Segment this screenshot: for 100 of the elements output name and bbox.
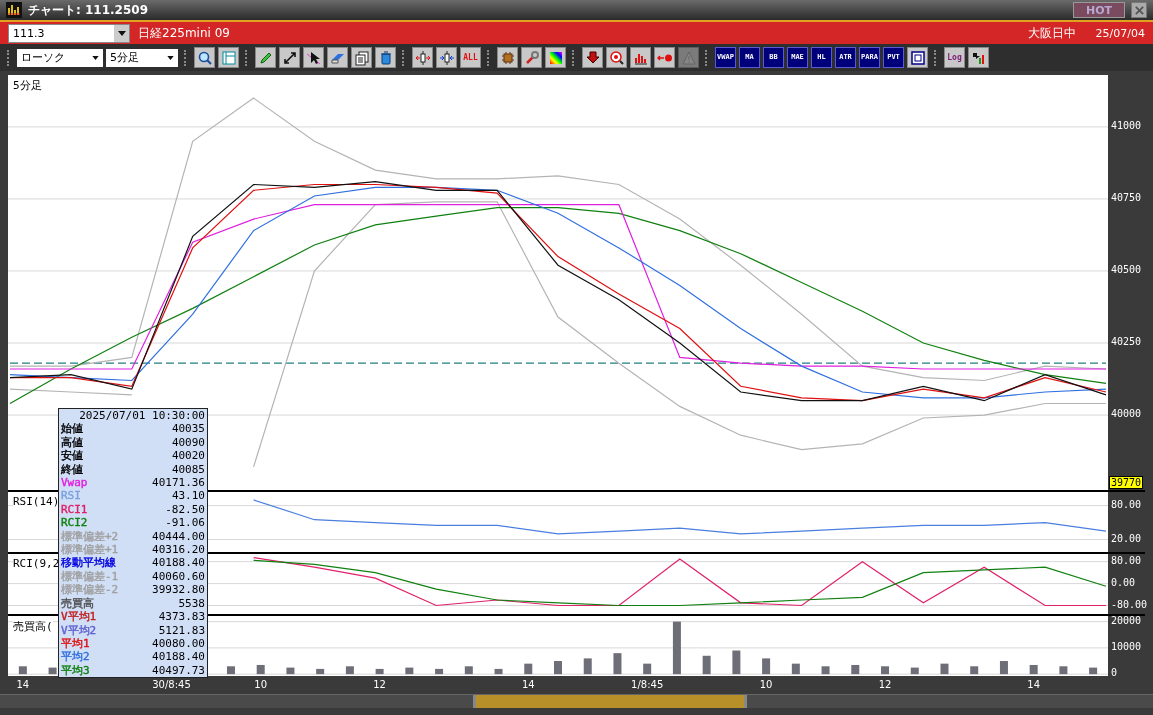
down-arrow-icon — [584, 49, 601, 66]
volume-bar — [345, 666, 354, 675]
field-value: 40060.60 — [152, 569, 205, 584]
chart-type-select[interactable]: ローソク — [17, 48, 103, 67]
close-button[interactable] — [1131, 2, 1147, 18]
toolbar-button[interactable] — [303, 47, 324, 68]
candle-expand-icon — [414, 49, 431, 66]
field-label: 移動平均線 — [61, 556, 116, 570]
warning-icon — [680, 49, 697, 66]
volume-bar — [316, 668, 325, 675]
toolbar-button[interactable] — [279, 47, 300, 68]
field-value: 40020 — [171, 449, 205, 463]
volume-bar — [226, 666, 235, 675]
axis-label: 20000 — [1111, 614, 1142, 626]
toolbar-button[interactable] — [606, 47, 627, 68]
volume-bar — [1029, 664, 1038, 675]
toolbar-button[interactable] — [194, 47, 215, 68]
field-value: 40090 — [171, 435, 205, 450]
close-icon — [1133, 4, 1145, 16]
time-label: 14 — [1027, 679, 1041, 690]
field-label: 高値 — [61, 435, 83, 450]
panel-title: 5分足 — [13, 78, 42, 93]
axis-label: 10000 — [1111, 640, 1142, 652]
interval-select[interactable]: 5分足 — [106, 48, 178, 67]
volume-bar — [881, 666, 890, 675]
volume-bar — [791, 663, 800, 675]
field-label: V平均1 — [61, 610, 97, 624]
field-label: 売買高 — [61, 596, 94, 611]
volume-bar — [940, 663, 949, 675]
time-label: 12 — [878, 679, 892, 690]
toolbar-button[interactable] — [375, 47, 396, 68]
panel-icon — [220, 49, 237, 66]
panel-title: RCI(9,2 — [13, 557, 60, 570]
volume-bar — [375, 668, 384, 675]
field-label: 平均3 — [61, 663, 90, 678]
axis-label: 40750 — [1111, 191, 1142, 203]
field-value: 4373.83 — [158, 610, 205, 624]
search-icon — [196, 49, 213, 66]
time-label: 10 — [759, 679, 773, 690]
field-label: Vwap — [61, 476, 88, 490]
field-value: -82.50 — [165, 502, 205, 517]
axis-label: 0.00 — [1111, 576, 1136, 588]
pointer-icon — [305, 49, 322, 66]
axis-label: 20.00 — [1111, 532, 1142, 544]
candle-shrink-icon — [438, 49, 455, 66]
volume-bar — [405, 667, 414, 675]
time-label: 14 — [16, 679, 30, 690]
toolbar-button[interactable] — [412, 47, 433, 68]
color-palette-icon — [547, 49, 564, 66]
panel-title: RSI(14) — [13, 495, 60, 508]
field-label: 標準偏差+1 — [61, 543, 119, 557]
volume-bar — [613, 653, 622, 675]
volume-bar — [702, 655, 711, 675]
time-label: 1/8:45 — [631, 679, 664, 690]
field-label: 平均1 — [61, 636, 90, 651]
price-tag: 39770 — [1109, 476, 1144, 489]
field-label: RCI1 — [61, 502, 88, 517]
volume-bar — [583, 658, 592, 675]
timestamp: 2025/07/01 10:30:00 — [78, 409, 205, 423]
field-label: 終値 — [61, 462, 83, 477]
field-label: 始値 — [61, 422, 83, 436]
axis-label: 41000 — [1111, 119, 1142, 131]
axis-label: 40500 — [1111, 263, 1142, 275]
caret-icon — [92, 55, 99, 60]
toolbar-button[interactable] — [907, 47, 928, 68]
scale-button[interactable]: Log — [944, 47, 965, 68]
volume-bar — [1089, 667, 1098, 675]
scroll-thumb[interactable] — [473, 695, 747, 708]
volume-bar — [970, 666, 979, 675]
field-value: 40316.20 — [152, 543, 205, 557]
axis-label: -80.00 — [1111, 598, 1148, 610]
field-value: 40444.00 — [152, 529, 205, 544]
toolbar-button[interactable] — [351, 47, 372, 68]
axis-label: 0 — [1111, 667, 1118, 679]
field-value: 39932.80 — [152, 583, 205, 597]
volume-bar — [821, 666, 830, 675]
volume-bar — [18, 666, 27, 675]
field-label: 標準偏差+2 — [61, 529, 119, 544]
scroll-navigator[interactable] — [0, 694, 1153, 708]
field-label: V平均2 — [61, 623, 97, 637]
volume-bar — [524, 663, 533, 675]
toolbar-button[interactable] — [545, 47, 566, 68]
caret-icon — [167, 55, 174, 60]
volume-bar — [999, 661, 1008, 675]
frame-icon — [909, 49, 926, 66]
caret-icon — [117, 30, 126, 36]
symbol-code-field[interactable]: 111.3 — [8, 23, 130, 43]
toolbar-button[interactable] — [436, 47, 457, 68]
volume-bar — [256, 664, 265, 675]
volume-bar — [1059, 666, 1068, 675]
toolbar-button[interactable] — [968, 47, 989, 68]
window-title: チャート: 111.2509 — [28, 1, 148, 19]
time-label: 14 — [521, 679, 535, 690]
volume-bar — [851, 664, 860, 675]
field-label: RCI2 — [61, 516, 88, 530]
field-value: 40188.40 — [152, 650, 205, 664]
volume-bar — [762, 658, 771, 675]
toolbar-button[interactable] — [582, 47, 603, 68]
field-value: 43.10 — [171, 489, 205, 503]
volume-bar — [643, 663, 652, 675]
